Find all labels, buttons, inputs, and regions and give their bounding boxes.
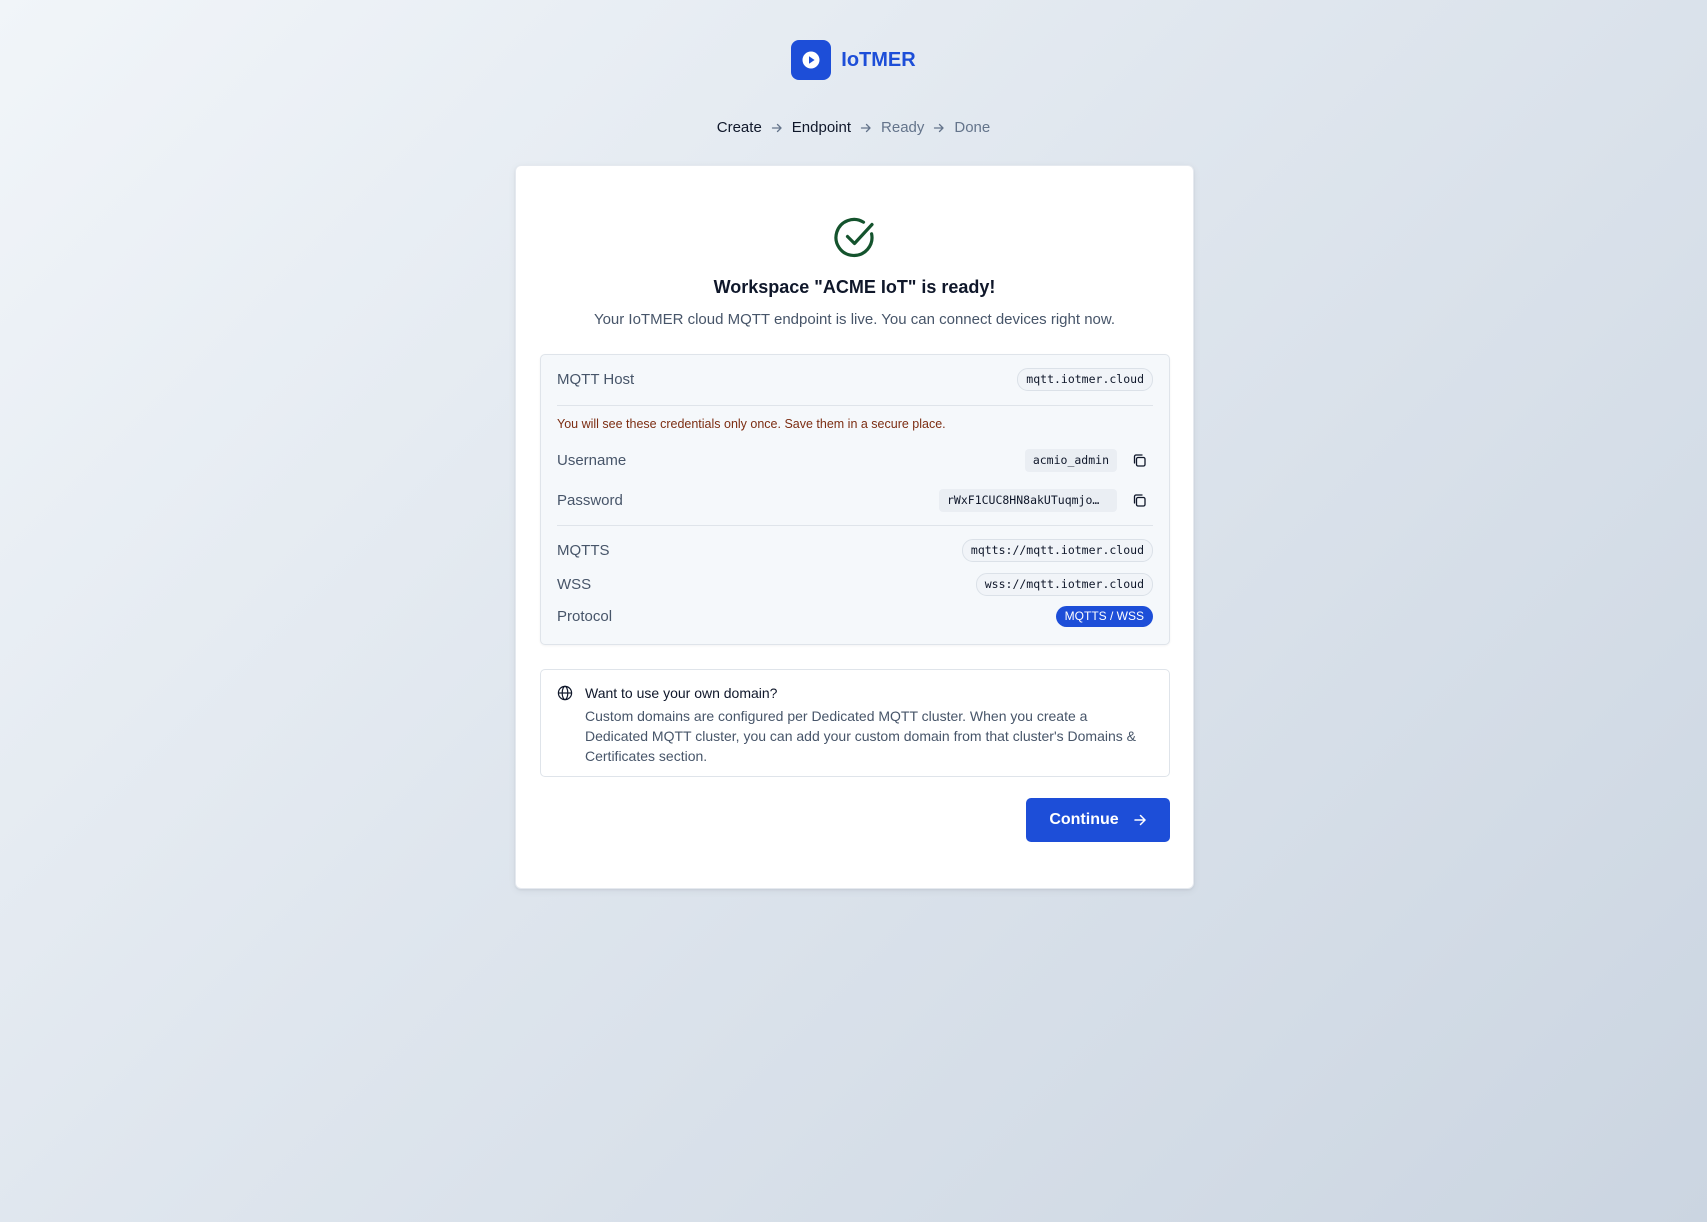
play-circle-icon bbox=[791, 40, 832, 80]
continue-button[interactable]: Continue bbox=[1026, 798, 1170, 842]
password-row: Password rWxF1CUC8HN8akUTuqmjo… bbox=[557, 486, 1153, 514]
brand-name: IoTMER bbox=[841, 48, 916, 71]
step-create: Create bbox=[716, 119, 762, 136]
step-endpoint: Endpoint bbox=[791, 119, 852, 136]
password-label: Password bbox=[557, 491, 623, 509]
globe-icon bbox=[557, 685, 573, 701]
mqtt-host-label: MQTT Host bbox=[557, 371, 635, 388]
endpoint-details: MQTT Host mqtt.iotmer.cloud You will see… bbox=[540, 354, 1170, 645]
custom-domain-text: Custom domains are configured per Dedica… bbox=[585, 708, 1136, 764]
custom-domain-notice: Want to use your own domain? Custom doma… bbox=[540, 669, 1170, 777]
divider bbox=[557, 525, 1153, 526]
workspace-ready-card: Workspace "ACME IoT" is ready! Your IoTM… bbox=[515, 165, 1194, 889]
copy-icon bbox=[1133, 493, 1146, 507]
arrow-right-icon bbox=[933, 122, 945, 134]
mqtts-value: mqtts://mqtt.iotmer.cloud bbox=[961, 539, 1153, 562]
arrow-right-icon bbox=[860, 122, 872, 134]
username-row: Username acmio_admin bbox=[557, 446, 1153, 474]
mqtts-row: MQTTS mqtts://mqtt.iotmer.cloud bbox=[557, 539, 1153, 562]
wss-value: wss://mqtt.iotmer.cloud bbox=[975, 573, 1153, 596]
credentials-warning: You will see these credentials only once… bbox=[557, 417, 946, 431]
copy-icon bbox=[1133, 453, 1146, 467]
continue-label: Continue bbox=[1049, 811, 1119, 828]
divider bbox=[557, 405, 1153, 406]
username-label: Username bbox=[557, 451, 627, 469]
arrow-right-icon bbox=[771, 122, 783, 134]
copy-password-button[interactable] bbox=[1125, 486, 1153, 514]
protocol-badge: MQTTS / WSS bbox=[1055, 606, 1153, 627]
card-subtitle: Your IoTMER cloud MQTT endpoint is live.… bbox=[593, 311, 1116, 328]
custom-domain-title: Want to use your own domain? bbox=[585, 685, 778, 701]
step-ready: Ready bbox=[881, 119, 925, 136]
brand-header: IoTMER bbox=[0, 40, 1707, 80]
password-value: rWxF1CUC8HN8akUTuqmjo… bbox=[939, 488, 1117, 512]
arrow-right-icon bbox=[1133, 814, 1146, 826]
mqtt-host-row: MQTT Host mqtt.iotmer.cloud bbox=[557, 368, 1153, 391]
wss-row: WSS wss://mqtt.iotmer.cloud bbox=[557, 573, 1153, 596]
protocol-label: Protocol bbox=[557, 608, 613, 625]
copy-username-button[interactable] bbox=[1125, 446, 1153, 474]
username-value: acmio_admin bbox=[1024, 448, 1117, 472]
protocol-row: Protocol MQTTS / WSS bbox=[557, 606, 1153, 627]
step-done: Done bbox=[954, 119, 991, 136]
mqtt-host-value: mqtt.iotmer.cloud bbox=[1017, 368, 1153, 391]
card-title: Workspace "ACME IoT" is ready! bbox=[713, 277, 996, 297]
check-circle-icon bbox=[832, 214, 880, 262]
wss-label: WSS bbox=[557, 576, 592, 593]
stepper: Create Endpoint Ready Done bbox=[0, 119, 1707, 136]
mqtts-label: MQTTS bbox=[557, 542, 610, 559]
